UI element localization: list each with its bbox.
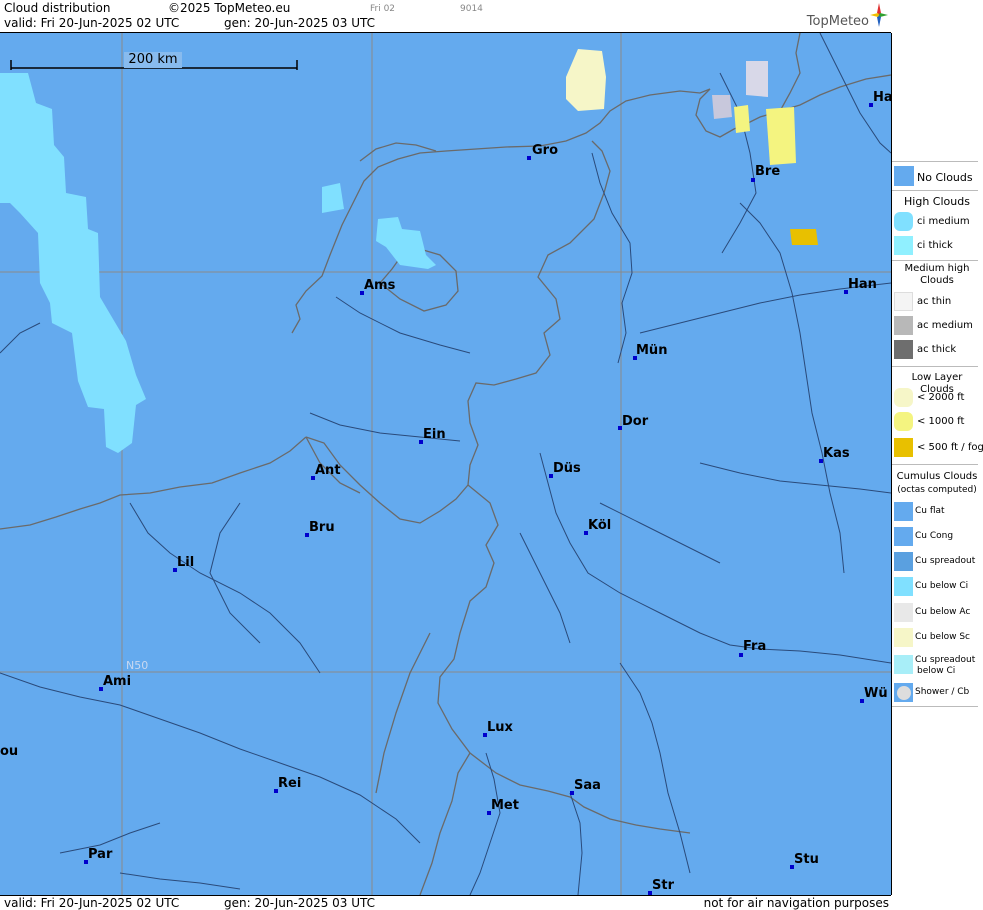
- legend-cu-title: Cumulus Clouds: [896, 471, 978, 482]
- footer-valid-time: valid: Fri 20-Jun-2025 02 UTC: [4, 896, 180, 910]
- legend-shower: Shower / Cb: [915, 687, 970, 697]
- city-label: Ein: [423, 427, 446, 442]
- legend-swatch-shower: [894, 683, 913, 702]
- legend-ac-medium: ac medium: [917, 320, 973, 331]
- map-header: Cloud distribution ©2025 TopMeteo.eu Fri…: [0, 0, 891, 33]
- city-label: Han: [848, 277, 877, 292]
- city-label: Ant: [315, 463, 341, 478]
- legend-swatch-ac-thin: [894, 292, 913, 311]
- city-label: Lux: [487, 720, 513, 735]
- map-footer: valid: Fri 20-Jun-2025 02 UTC gen: 20-Ju…: [0, 895, 891, 910]
- legend-swatch-cu-below-ci: [894, 577, 913, 596]
- legend-swatch-cu-below-sc: [894, 628, 913, 647]
- city-markers: [84, 103, 873, 895]
- city-label: Bre: [755, 164, 781, 179]
- tiny-time-label: Fri 02: [370, 4, 396, 14]
- legend-swatch-cu-below-ac: [894, 603, 913, 622]
- map-title: Cloud distribution: [4, 1, 111, 15]
- legend-medium-title: Medium high Clouds: [904, 263, 970, 286]
- legend-swatch-low-2000: [894, 388, 913, 407]
- latitude-label: N50: [126, 659, 149, 672]
- city-label: Par: [88, 847, 113, 862]
- cloud-map[interactable]: 200 km N50 Ha Gro Bre Ams Han Mün Ein Do…: [0, 33, 892, 895]
- legend-swatch-low-1000: [894, 412, 913, 431]
- footer-generated-time: gen: 20-Jun-2025 03 UTC: [224, 896, 376, 910]
- legend-swatch-ci-medium: [894, 212, 913, 231]
- logo-text: TopMeteo: [806, 14, 869, 29]
- city-label: Kas: [823, 446, 850, 461]
- legend-cu-spreadout-below-ci-2: below Ci: [917, 666, 956, 676]
- legend-swatch-cu-spreadout: [894, 552, 913, 571]
- shower-icon: [897, 686, 911, 700]
- city-label: Wü: [864, 686, 888, 701]
- legend-low-2000: < 2000 ft: [917, 392, 965, 403]
- legend-ac-thin: ac thin: [917, 296, 952, 307]
- legend-swatch-ac-medium: [894, 316, 913, 335]
- legend-low-500: < 500 ft / fog: [917, 442, 983, 453]
- city-label: Fra: [743, 639, 767, 654]
- compass-logo-icon: [870, 3, 888, 27]
- legend-cu-spreadout: Cu spreadout: [915, 556, 976, 566]
- scale-label: 200 km: [124, 52, 182, 68]
- legend-cu-spreadout-below-ci: Cu spreadout: [915, 655, 976, 665]
- legend-ac-thick: ac thick: [917, 344, 957, 355]
- legend-cu-below-sc: Cu below Sc: [915, 632, 970, 642]
- map-canvas: [0, 33, 891, 895]
- legend-swatch-cu-spreadout-below-ci: [894, 655, 913, 674]
- graticule: [0, 33, 891, 895]
- low-clouds: [566, 49, 818, 245]
- legend-swatch-low-500: [894, 438, 913, 457]
- city-label: Köl: [588, 518, 612, 533]
- city-label: Ami: [103, 674, 132, 689]
- tiny-code-label: 9014: [460, 4, 483, 14]
- borders: [0, 33, 891, 895]
- city-label: Lil: [177, 555, 195, 570]
- city-label: Dor: [622, 414, 649, 429]
- legend-cu-cong: Cu Cong: [915, 531, 954, 541]
- legend-swatch-no-clouds: [894, 166, 914, 186]
- legend-high-title: High Clouds: [904, 195, 970, 208]
- legend-swatch-cu-flat: [894, 502, 913, 521]
- valid-time: valid: Fri 20-Jun-2025 02 UTC: [4, 16, 180, 30]
- city-label: Met: [491, 798, 519, 813]
- city-label: ou: [0, 744, 19, 759]
- city-label: Saa: [574, 778, 601, 793]
- legend-cu-flat: Cu flat: [915, 506, 945, 516]
- city-label: Bru: [309, 520, 335, 535]
- legend-cu-below-ac: Cu below Ac: [915, 607, 971, 617]
- city-label: Ams: [364, 278, 396, 293]
- copyright: ©2025 TopMeteo.eu: [168, 1, 291, 15]
- legend-cu-subtitle: (octas computed): [897, 485, 977, 495]
- city-label: Gro: [532, 143, 559, 158]
- disclaimer: not for air navigation purposes: [703, 896, 889, 910]
- legend-ci-medium: ci medium: [917, 216, 970, 227]
- city-label: Rei: [278, 776, 302, 791]
- city-label: Stu: [794, 852, 819, 867]
- ci-medium-band: [0, 73, 436, 453]
- city-label: Mün: [636, 343, 668, 358]
- legend-swatch-ac-thick: [894, 340, 913, 359]
- legend-swatch-ci-thick: [894, 236, 913, 255]
- legend-cu-below-ci: Cu below Ci: [915, 581, 969, 591]
- rivers: [0, 33, 891, 895]
- legend-no-clouds: No Clouds: [917, 171, 973, 184]
- legend-ci-thick: ci thick: [917, 240, 953, 251]
- legend-panel: No Clouds High Clouds ci medium ci thick…: [892, 0, 983, 909]
- city-label: Str: [652, 878, 674, 893]
- generated-time: gen: 20-Jun-2025 03 UTC: [224, 16, 376, 30]
- legend-swatch-cu-cong: [894, 527, 913, 546]
- city-label: Düs: [553, 461, 581, 476]
- city-label: Ha: [873, 90, 892, 105]
- legend-low-1000: < 1000 ft: [917, 416, 965, 427]
